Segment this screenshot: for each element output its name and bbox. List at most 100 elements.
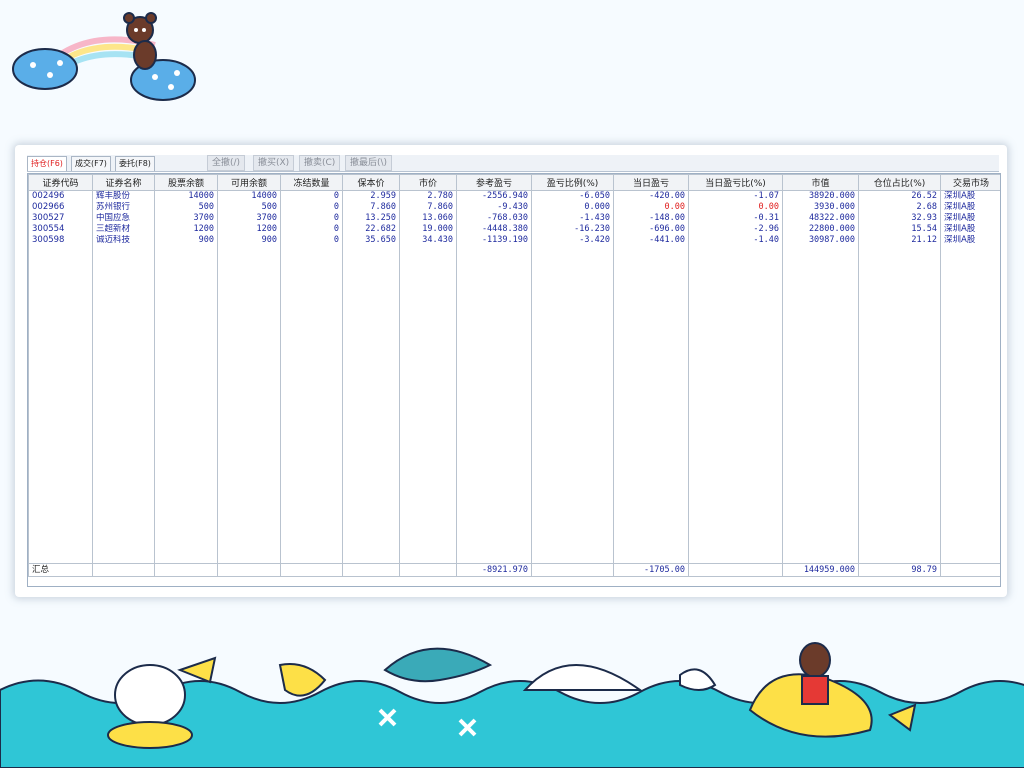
cell: 900 [154, 235, 218, 246]
cell: -1139.190 [456, 235, 532, 246]
cell: 002496 [28, 190, 93, 202]
cell: 2.68 [858, 202, 941, 213]
cell: -2556.940 [456, 190, 532, 202]
cell: -1.07 [688, 190, 783, 202]
cell: 0.000 [531, 202, 614, 213]
cell: -2.96 [688, 224, 783, 235]
cell: 21.12 [858, 235, 941, 246]
empty-area [28, 246, 1000, 564]
col-market-value[interactable]: 市值 [782, 174, 859, 191]
cell: 500 [217, 202, 281, 213]
col-price[interactable]: 市价 [399, 174, 457, 191]
col-ref-pl[interactable]: 参考盈亏 [456, 174, 532, 191]
col-pl-ratio[interactable]: 盈亏比例(%) [531, 174, 614, 191]
positions-window: 持仓(F6) 成交(F7) 委托(F8) 全撤(/) 撤买(X) 撤卖(C) 撤… [15, 145, 1007, 597]
cell: -0.31 [688, 213, 783, 224]
cell: 深圳A股 [940, 224, 1000, 235]
cell: 15.54 [858, 224, 941, 235]
cell: 32.93 [858, 213, 941, 224]
cell: 0 [280, 190, 343, 202]
total-ref-pl: -8921.970 [456, 563, 532, 577]
cell: 26.52 [858, 190, 941, 202]
col-day-pl-ratio[interactable]: 当日盈亏比(%) [688, 174, 783, 191]
cell: 辉丰股份 [92, 190, 155, 202]
col-name[interactable]: 证券名称 [92, 174, 155, 191]
cell: 19.000 [399, 224, 457, 235]
cell: 34.430 [399, 235, 457, 246]
cell: 0.00 [613, 202, 689, 213]
tab-orders[interactable]: 委托(F8) [115, 156, 155, 171]
col-day-pl[interactable]: 当日盈亏 [613, 174, 689, 191]
cell: 深圳A股 [940, 213, 1000, 224]
cell: 3700 [154, 213, 218, 224]
cell: 0 [280, 224, 343, 235]
total-market-value: 144959.000 [782, 563, 859, 577]
cell: -696.00 [613, 224, 689, 235]
cell: -441.00 [613, 235, 689, 246]
cell: 7.860 [342, 202, 400, 213]
total-label: 汇总 [28, 563, 93, 577]
rainbow-clouds-bear-illustration [12, 12, 196, 101]
tab-trades[interactable]: 成交(F7) [71, 156, 111, 171]
col-breakeven[interactable]: 保本价 [342, 174, 400, 191]
cell: 300554 [28, 224, 93, 235]
cell: -3.420 [531, 235, 614, 246]
cell: 深圳A股 [940, 190, 1000, 202]
cell: -6.050 [531, 190, 614, 202]
col-balance[interactable]: 股票余额 [154, 174, 218, 191]
col-frozen[interactable]: 冻结数量 [280, 174, 343, 191]
cell: 0 [280, 235, 343, 246]
table-row[interactable]: 002496 辉丰股份 14000 14000 0 2.959 2.780 -2556.940… [28, 190, 1000, 202]
total-position-ratio: 98.79 [858, 563, 941, 577]
cell: 0 [280, 202, 343, 213]
cell: -768.030 [456, 213, 532, 224]
cell: 22800.000 [782, 224, 859, 235]
table-row[interactable]: 300554 三超新材 1200 1200 0 22.682 19.000 -4448.380… [28, 224, 1000, 235]
cell: 48322.000 [782, 213, 859, 224]
cell: 300527 [28, 213, 93, 224]
table-row[interactable]: 002966 苏州银行 500 500 0 7.860 7.860 -9.430 0.000 0.… [28, 202, 1000, 213]
cell: 2.780 [399, 190, 457, 202]
sea-animals-illustration [0, 642, 1024, 768]
cell: 1200 [154, 224, 218, 235]
cell: 22.682 [342, 224, 400, 235]
cell: 深圳A股 [940, 202, 1000, 213]
cell: 3930.000 [782, 202, 859, 213]
col-available[interactable]: 可用余额 [217, 174, 281, 191]
cancel-buy-button[interactable]: 撤买(X) [253, 155, 295, 171]
cell: 300598 [28, 235, 93, 246]
cell: -9.430 [456, 202, 532, 213]
cell: -420.00 [613, 190, 689, 202]
cancel-sell-button[interactable]: 撤卖(C) [299, 155, 341, 171]
cell: 500 [154, 202, 218, 213]
cell: 苏州银行 [92, 202, 155, 213]
cell: -4448.380 [456, 224, 532, 235]
cell: 38920.000 [782, 190, 859, 202]
col-market[interactable]: 交易市场 [940, 174, 1000, 191]
cell: 深圳A股 [940, 235, 1000, 246]
cell: 13.060 [399, 213, 457, 224]
cell: 14000 [154, 190, 218, 202]
total-day-pl: -1705.00 [613, 563, 689, 577]
cancel-last-button[interactable]: 撤最后(\) [345, 155, 393, 171]
cell: 0 [280, 213, 343, 224]
cell: -16.230 [531, 224, 614, 235]
cell: 900 [217, 235, 281, 246]
table-row[interactable]: 300598 诚迈科技 900 900 0 35.650 34.430 -1139.190 -3… [28, 235, 1000, 246]
positions-table: 证券代码 证券名称 股票余额 可用余额 冻结数量 保本价 市价 参考盈亏 盈亏比… [27, 173, 1001, 587]
cell: 1200 [217, 224, 281, 235]
col-position-ratio[interactable]: 仓位占比(%) [858, 174, 941, 191]
cell: 3700 [217, 213, 281, 224]
cell: 中国应急 [92, 213, 155, 224]
table-header: 证券代码 证券名称 股票余额 可用余额 冻结数量 保本价 市价 参考盈亏 盈亏比… [28, 174, 1000, 191]
total-row: 汇总 -8921.970 -1705.00 144959.000 98.79 [28, 563, 1000, 577]
cell: 35.650 [342, 235, 400, 246]
tab-positions[interactable]: 持仓(F6) [27, 156, 67, 171]
table-row[interactable]: 300527 中国应急 3700 3700 0 13.250 13.060 -768.030-… [28, 213, 1000, 224]
cell: -1.40 [688, 235, 783, 246]
cancel-all-button[interactable]: 全撤(/) [207, 155, 246, 171]
cell: 002966 [28, 202, 93, 213]
col-code[interactable]: 证券代码 [28, 174, 93, 191]
tab-bar: 持仓(F6) 成交(F7) 委托(F8) 全撤(/) 撤买(X) 撤卖(C) 撤… [27, 155, 999, 172]
cell: 三超新材 [92, 224, 155, 235]
